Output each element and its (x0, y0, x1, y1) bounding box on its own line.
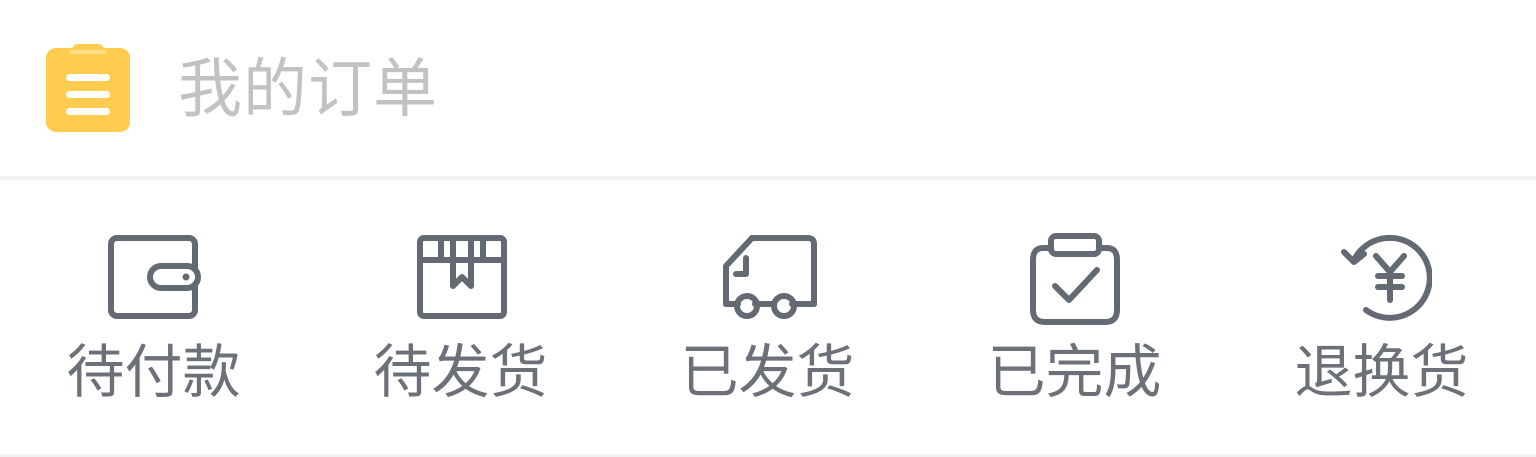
order-status-row: 待付款 待发货 已发货 已完成 退换货 (0, 180, 1536, 454)
package-icon (416, 235, 507, 319)
check-clipboard-icon (1029, 233, 1120, 325)
page-title: 我的订单 (178, 53, 438, 127)
order-tab-label: 待发货 (373, 338, 548, 406)
order-tab-refund-exchange[interactable]: 退换货 (1228, 180, 1535, 454)
wallet-icon (107, 235, 201, 319)
clipboard-list-icon (46, 44, 130, 132)
order-tab-pending-payment[interactable]: 待付款 (0, 180, 307, 454)
refund-yen-icon (1340, 234, 1432, 321)
order-tab-label: 退换货 (1294, 338, 1469, 406)
order-tab-pending-shipment[interactable]: 待发货 (307, 180, 614, 454)
order-tab-label: 待付款 (66, 338, 241, 406)
order-tab-label: 已发货 (680, 338, 855, 406)
order-tab-label: 已完成 (987, 338, 1162, 406)
my-orders-header[interactable]: 我的订单 (0, 0, 1536, 176)
order-tab-shipped[interactable]: 已发货 (614, 180, 921, 454)
order-tab-completed[interactable]: 已完成 (921, 180, 1228, 454)
truck-icon (722, 235, 817, 319)
